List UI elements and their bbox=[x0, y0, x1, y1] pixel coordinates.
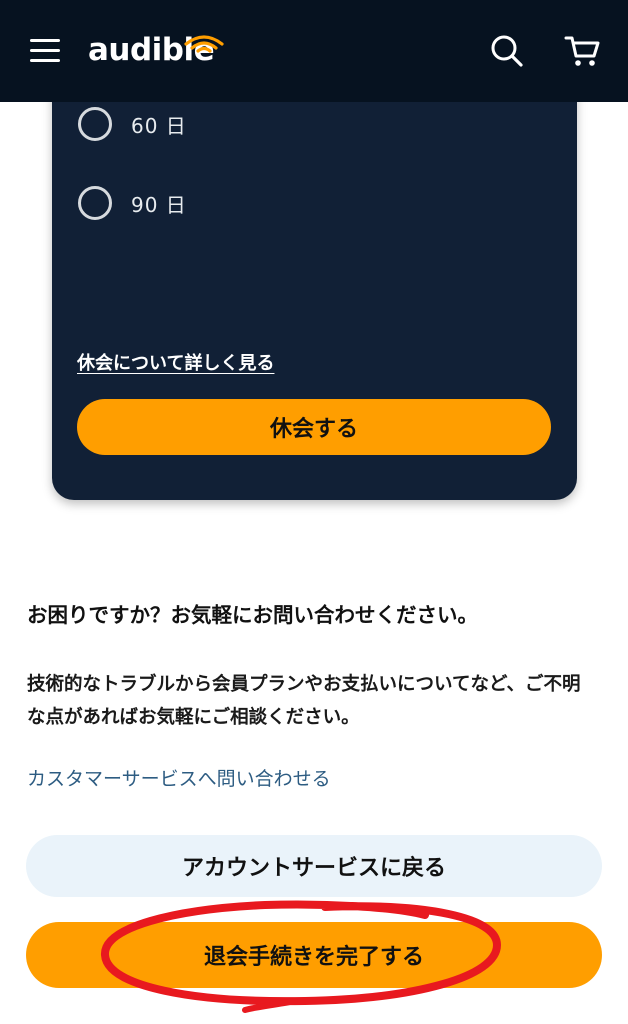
search-icon[interactable] bbox=[490, 34, 524, 68]
back-to-account-services-button[interactable]: アカウントサービスに戻る bbox=[26, 835, 602, 897]
cart-icon[interactable] bbox=[564, 34, 600, 68]
radio-label: 90 日 bbox=[131, 192, 187, 217]
radio-option-90-days[interactable]: 90 日 bbox=[78, 185, 187, 221]
learn-more-about-pause-link[interactable]: 休会について詳しく見る bbox=[77, 349, 274, 375]
pause-membership-button[interactable]: 休会する bbox=[77, 399, 551, 455]
pause-membership-card: 60 日 90 日 休会について詳しく見る 休会する bbox=[52, 60, 577, 500]
radio-button-icon[interactable] bbox=[78, 107, 112, 141]
help-heading: お困りですか？お気軽にお問い合わせください。 bbox=[27, 603, 478, 627]
logo-waves-icon bbox=[184, 35, 224, 53]
help-description: 技術的なトラブルから会員プランやお支払いについてなど、ご不明な点があればお気軽に… bbox=[27, 674, 581, 728]
audible-logo[interactable]: audible bbox=[88, 24, 238, 74]
cancel-membership-page: audible 60 日 90 日 休会について詳しく見る 休会する お困りです… bbox=[0, 0, 628, 1024]
radio-button-icon[interactable] bbox=[78, 186, 112, 220]
complete-cancellation-button[interactable]: 退会手続きを完了する bbox=[26, 922, 602, 988]
top-nav-bar: audible bbox=[0, 0, 628, 102]
radio-label: 60 日 bbox=[131, 113, 187, 138]
contact-customer-service-link[interactable]: カスタマーサービスへ問い合わせる bbox=[27, 764, 331, 791]
hamburger-menu-icon[interactable] bbox=[30, 39, 60, 63]
radio-option-60-days[interactable]: 60 日 bbox=[78, 106, 187, 142]
